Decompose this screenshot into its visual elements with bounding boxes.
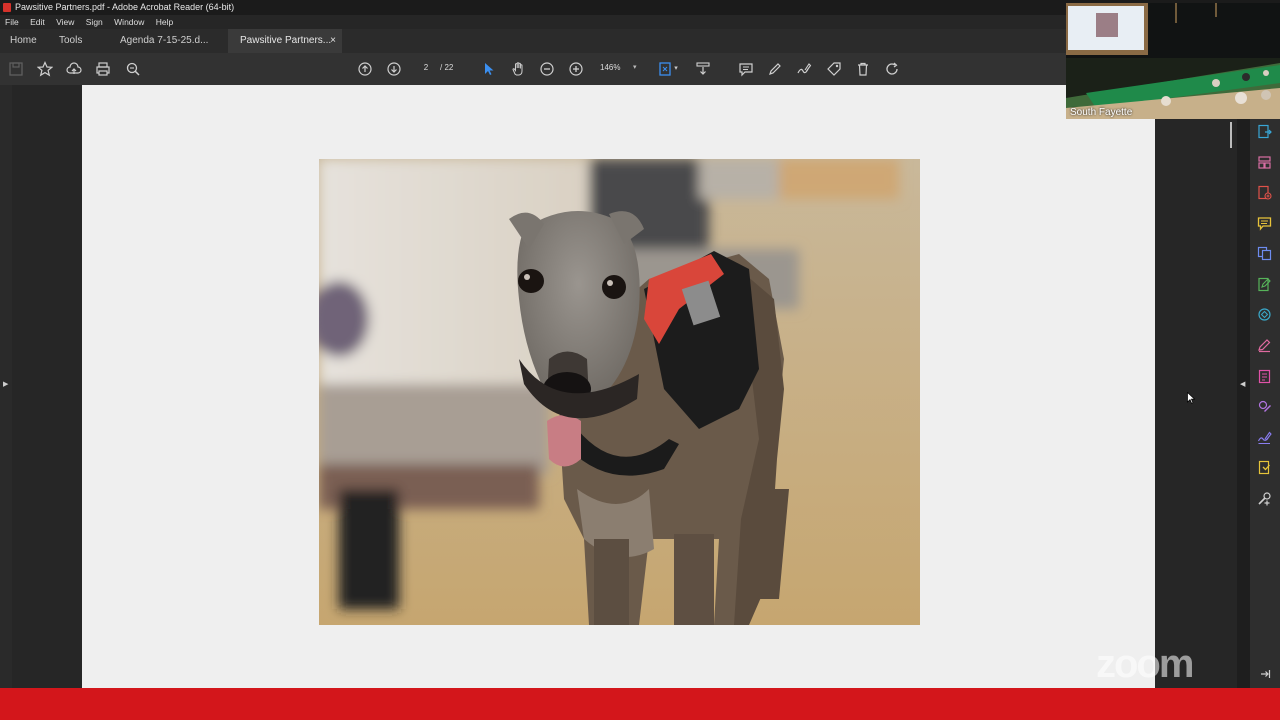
- tab-home[interactable]: Home: [10, 29, 37, 53]
- redact-tag-icon[interactable]: [825, 60, 843, 78]
- document-gutter-left: [12, 85, 82, 688]
- create-pdf-icon[interactable]: [1257, 185, 1272, 200]
- bookmark-star-icon[interactable]: [36, 60, 54, 78]
- fill-sign-icon[interactable]: [1257, 338, 1272, 353]
- fit-page-dropdown-icon[interactable]: ▾: [672, 60, 680, 78]
- sign-icon[interactable]: [795, 60, 813, 78]
- tools-rail: [1250, 85, 1280, 688]
- bottom-red-bar: [0, 688, 1280, 720]
- comment-tool-icon[interactable]: [1257, 216, 1272, 231]
- highlight-pen-icon[interactable]: [766, 60, 784, 78]
- page-number-input[interactable]: 2: [415, 60, 437, 76]
- prepare-form-icon[interactable]: [1257, 369, 1272, 384]
- tab-tools[interactable]: Tools: [59, 29, 82, 53]
- zoom-level-input[interactable]: 146%: [600, 60, 620, 76]
- page-total-label: / 22: [440, 63, 454, 72]
- next-page-icon[interactable]: [385, 60, 403, 78]
- tab-agenda-document[interactable]: Agenda 7-15-25.d...: [112, 29, 220, 53]
- stamp-icon[interactable]: [1257, 460, 1272, 475]
- menu-file[interactable]: File: [5, 15, 19, 29]
- mouse-cursor-icon: [1187, 391, 1196, 404]
- zoom-out-icon[interactable]: [538, 60, 556, 78]
- search-zoom-icon[interactable]: [124, 60, 142, 78]
- rotate-icon[interactable]: [883, 60, 901, 78]
- save-icon[interactable]: [7, 60, 25, 78]
- combine-files-icon[interactable]: [1257, 246, 1272, 261]
- zoom-in-icon[interactable]: [567, 60, 585, 78]
- zoom-video-thumbnail[interactable]: South Fayette: [1066, 3, 1280, 119]
- organize-pages-icon[interactable]: [1257, 155, 1272, 170]
- close-tab-icon[interactable]: ×: [330, 29, 336, 53]
- export-pdf-icon[interactable]: [1257, 124, 1272, 139]
- comment-icon[interactable]: [737, 60, 755, 78]
- video-participant-label: South Fayette: [1070, 107, 1133, 118]
- print-icon[interactable]: [94, 60, 112, 78]
- request-signature-icon[interactable]: [1257, 430, 1272, 445]
- document-gutter-right: [1155, 85, 1237, 688]
- menu-window[interactable]: Window: [114, 15, 144, 29]
- expand-left-panel-icon[interactable]: ▶: [3, 380, 8, 388]
- zoom-watermark-logo: zoom: [1096, 642, 1194, 686]
- hand-tool-icon[interactable]: [509, 60, 527, 78]
- window-title: Pawsitive Partners.pdf - Adobe Acrobat R…: [15, 2, 235, 12]
- menu-view[interactable]: View: [56, 15, 74, 29]
- scan-ocr-icon[interactable]: [1257, 307, 1272, 322]
- greyhound-photo: [319, 159, 920, 625]
- vertical-scrollbar[interactable]: [1230, 122, 1232, 148]
- scroll-mode-icon[interactable]: [694, 60, 712, 78]
- tab-pawsitive-document[interactable]: Pawsitive Partners... ×: [228, 29, 342, 53]
- collapse-tools-pane-icon[interactable]: ◀: [1240, 380, 1245, 388]
- more-tools-icon[interactable]: [1257, 491, 1272, 506]
- edit-pdf-icon[interactable]: [1257, 277, 1272, 292]
- acrobat-app-icon: [3, 3, 11, 12]
- previous-page-icon[interactable]: [356, 60, 374, 78]
- menu-sign[interactable]: Sign: [86, 15, 103, 29]
- send-for-signature-icon[interactable]: [1257, 399, 1272, 414]
- menu-help[interactable]: Help: [156, 15, 173, 29]
- zoom-dropdown-icon[interactable]: ▾: [633, 60, 637, 76]
- select-pointer-icon[interactable]: [480, 60, 498, 78]
- upload-cloud-icon[interactable]: [65, 60, 83, 78]
- menu-edit[interactable]: Edit: [30, 15, 45, 29]
- tab-label: Pawsitive Partners...: [240, 35, 332, 46]
- expand-arrow-icon[interactable]: [1259, 667, 1271, 679]
- delete-trash-icon[interactable]: [854, 60, 872, 78]
